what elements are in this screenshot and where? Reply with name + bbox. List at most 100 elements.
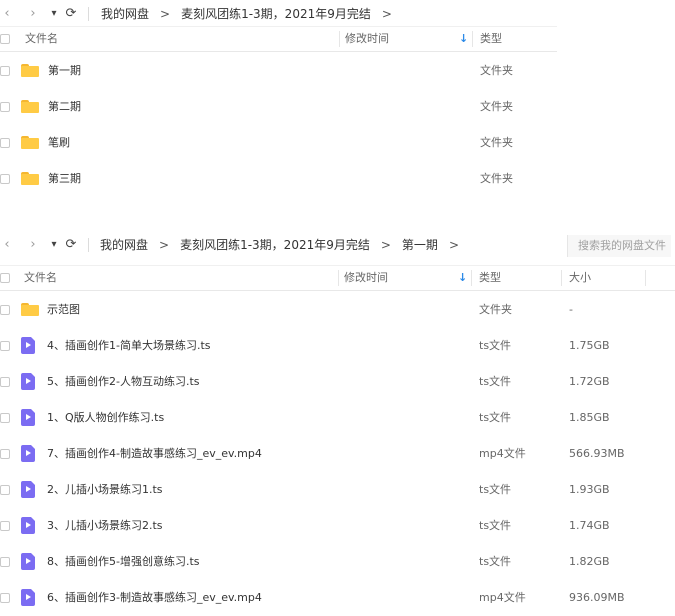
breadcrumb-separator: > xyxy=(381,7,392,21)
sort-desc-icon[interactable]: ↓ xyxy=(458,266,467,290)
forward-button[interactable]: › xyxy=(26,0,40,28)
column-header-row: 文件名 修改时间 ↓ 类型 大小 xyxy=(0,265,675,291)
top-file-browser: ‹ › ▾ ⟳ 我的网盘 > 麦刻风团练1-3期，2021年9月完结 > 文件名 修改… xyxy=(0,0,675,200)
video-file-icon xyxy=(21,589,35,606)
folder-row[interactable]: 示范图 文件夹 - xyxy=(0,292,675,328)
file-row[interactable]: 3、儿插小场景练习2.ts ts文件 1.74GB xyxy=(0,508,675,544)
file-type: 文件夹 xyxy=(480,100,513,113)
file-type: 文件夹 xyxy=(480,172,513,185)
file-row[interactable]: 4、插画创作1-简单大场景练习.ts ts文件 1.75GB xyxy=(0,328,675,364)
file-type: ts文件 xyxy=(479,519,512,532)
file-name: 7、插画创作4-制造故事感练习_ev_ev.mp4 xyxy=(47,447,262,460)
file-row[interactable]: 6、插画创作3-制造故事感练习_ev_ev.mp4 mp4文件 936.09MB xyxy=(0,580,675,616)
select-all-checkbox[interactable] xyxy=(0,34,10,44)
folder-row[interactable]: 第二期 文件夹 xyxy=(0,89,557,125)
row-checkbox[interactable] xyxy=(0,305,10,315)
column-header-row: 文件名 修改时间 ↓ 类型 xyxy=(0,26,557,52)
breadcrumb-item-current[interactable]: 第一期 xyxy=(402,238,438,252)
file-name: 第二期 xyxy=(48,100,81,113)
history-dropdown-icon[interactable]: ▾ xyxy=(48,231,60,259)
file-type: 文件夹 xyxy=(480,136,513,149)
file-type: ts文件 xyxy=(479,339,512,352)
video-file-icon xyxy=(21,553,35,570)
header-size[interactable]: 大小 xyxy=(569,266,591,290)
bottom-file-browser: ‹ › ▾ ⟳ 我的网盘 > 麦刻风团练1-3期，2021年9月完结 > 第一期 > 搜索… xyxy=(0,231,675,610)
row-checkbox[interactable] xyxy=(0,102,10,112)
file-size: 1.72GB xyxy=(569,375,610,388)
folder-icon xyxy=(21,303,39,316)
select-all-checkbox[interactable] xyxy=(0,273,10,283)
breadcrumb-item-folder[interactable]: 麦刻风团练1-3期，2021年9月完结 xyxy=(180,238,370,252)
file-name: 第一期 xyxy=(48,64,81,77)
row-checkbox[interactable] xyxy=(0,138,10,148)
row-checkbox[interactable] xyxy=(0,341,10,351)
row-checkbox[interactable] xyxy=(0,377,10,387)
file-name: 第三期 xyxy=(48,172,81,185)
header-type[interactable]: 类型 xyxy=(480,27,502,51)
column-divider xyxy=(561,270,562,286)
header-modified-time[interactable]: 修改时间 xyxy=(345,27,389,51)
file-row[interactable]: 1、Q版人物创作练习.ts ts文件 1.85GB xyxy=(0,400,675,436)
video-file-icon xyxy=(21,481,35,498)
history-dropdown-icon[interactable]: ▾ xyxy=(48,0,60,28)
breadcrumb-item-root[interactable]: 我的网盘 xyxy=(100,238,148,252)
file-type: ts文件 xyxy=(479,375,512,388)
column-divider xyxy=(471,270,472,286)
forward-button[interactable]: › xyxy=(26,231,40,259)
sort-desc-icon[interactable]: ↓ xyxy=(459,27,468,51)
folder-row[interactable]: 笔刷 文件夹 xyxy=(0,125,557,161)
file-name: 4、插画创作1-简单大场景练习.ts xyxy=(47,339,211,352)
file-size: 566.93MB xyxy=(569,447,625,460)
refresh-button[interactable]: ⟳ xyxy=(63,0,79,28)
video-file-icon xyxy=(21,373,35,390)
file-name: 2、儿插小场景练习1.ts xyxy=(47,483,163,496)
row-checkbox[interactable] xyxy=(0,593,10,603)
breadcrumb-item-root[interactable]: 我的网盘 xyxy=(101,7,149,21)
file-type: 文件夹 xyxy=(479,303,512,316)
top-navbar: ‹ › ▾ ⟳ 我的网盘 > 麦刻风团练1-3期，2021年9月完结 > xyxy=(0,0,675,28)
nav-divider xyxy=(88,7,89,21)
search-input[interactable]: 搜索我的网盘文件 xyxy=(567,235,671,257)
column-divider xyxy=(472,31,473,47)
folder-icon xyxy=(21,136,39,149)
row-checkbox[interactable] xyxy=(0,449,10,459)
nav-divider xyxy=(88,238,89,252)
row-checkbox[interactable] xyxy=(0,66,10,76)
row-checkbox[interactable] xyxy=(0,521,10,531)
column-divider xyxy=(645,270,646,286)
row-checkbox[interactable] xyxy=(0,413,10,423)
file-name: 8、插画创作5-增强创意练习.ts xyxy=(47,555,200,568)
video-file-icon xyxy=(21,409,35,426)
file-row[interactable]: 5、插画创作2-人物互动练习.ts ts文件 1.72GB xyxy=(0,364,675,400)
file-type: ts文件 xyxy=(479,411,512,424)
header-filename[interactable]: 文件名 xyxy=(25,27,58,51)
bottom-navbar: ‹ › ▾ ⟳ 我的网盘 > 麦刻风团练1-3期，2021年9月完结 > 第一期 > 搜索… xyxy=(0,231,675,259)
folder-icon xyxy=(21,172,39,185)
row-checkbox[interactable] xyxy=(0,557,10,567)
breadcrumb: 我的网盘 > 麦刻风团练1-3期，2021年9月完结 > 第一期 > xyxy=(100,231,470,259)
file-row[interactable]: 8、插画创作5-增强创意练习.ts ts文件 1.82GB xyxy=(0,544,675,580)
file-type: 文件夹 xyxy=(480,64,513,77)
header-filename[interactable]: 文件名 xyxy=(24,266,57,290)
breadcrumb-separator: > xyxy=(160,7,171,21)
breadcrumb-separator: > xyxy=(448,238,459,252)
breadcrumb-separator: > xyxy=(380,238,391,252)
header-type[interactable]: 类型 xyxy=(479,266,501,290)
file-name: 6、插画创作3-制造故事感练习_ev_ev.mp4 xyxy=(47,591,262,604)
folder-row[interactable]: 第一期 文件夹 xyxy=(0,53,557,89)
folder-row[interactable]: 第三期 文件夹 xyxy=(0,161,557,197)
refresh-button[interactable]: ⟳ xyxy=(63,231,79,259)
back-button[interactable]: ‹ xyxy=(0,231,14,259)
row-checkbox[interactable] xyxy=(0,174,10,184)
file-type: mp4文件 xyxy=(479,591,526,604)
file-size: - xyxy=(569,303,573,316)
back-button[interactable]: ‹ xyxy=(0,0,14,28)
video-file-icon xyxy=(21,517,35,534)
folder-icon xyxy=(21,64,39,77)
file-row[interactable]: 7、插画创作4-制造故事感练习_ev_ev.mp4 mp4文件 566.93MB xyxy=(0,436,675,472)
row-checkbox[interactable] xyxy=(0,485,10,495)
file-row[interactable]: 2、儿插小场景练习1.ts ts文件 1.93GB xyxy=(0,472,675,508)
column-divider xyxy=(339,31,340,47)
breadcrumb-item-folder[interactable]: 麦刻风团练1-3期，2021年9月完结 xyxy=(181,7,371,21)
header-modified-time[interactable]: 修改时间 xyxy=(344,266,388,290)
